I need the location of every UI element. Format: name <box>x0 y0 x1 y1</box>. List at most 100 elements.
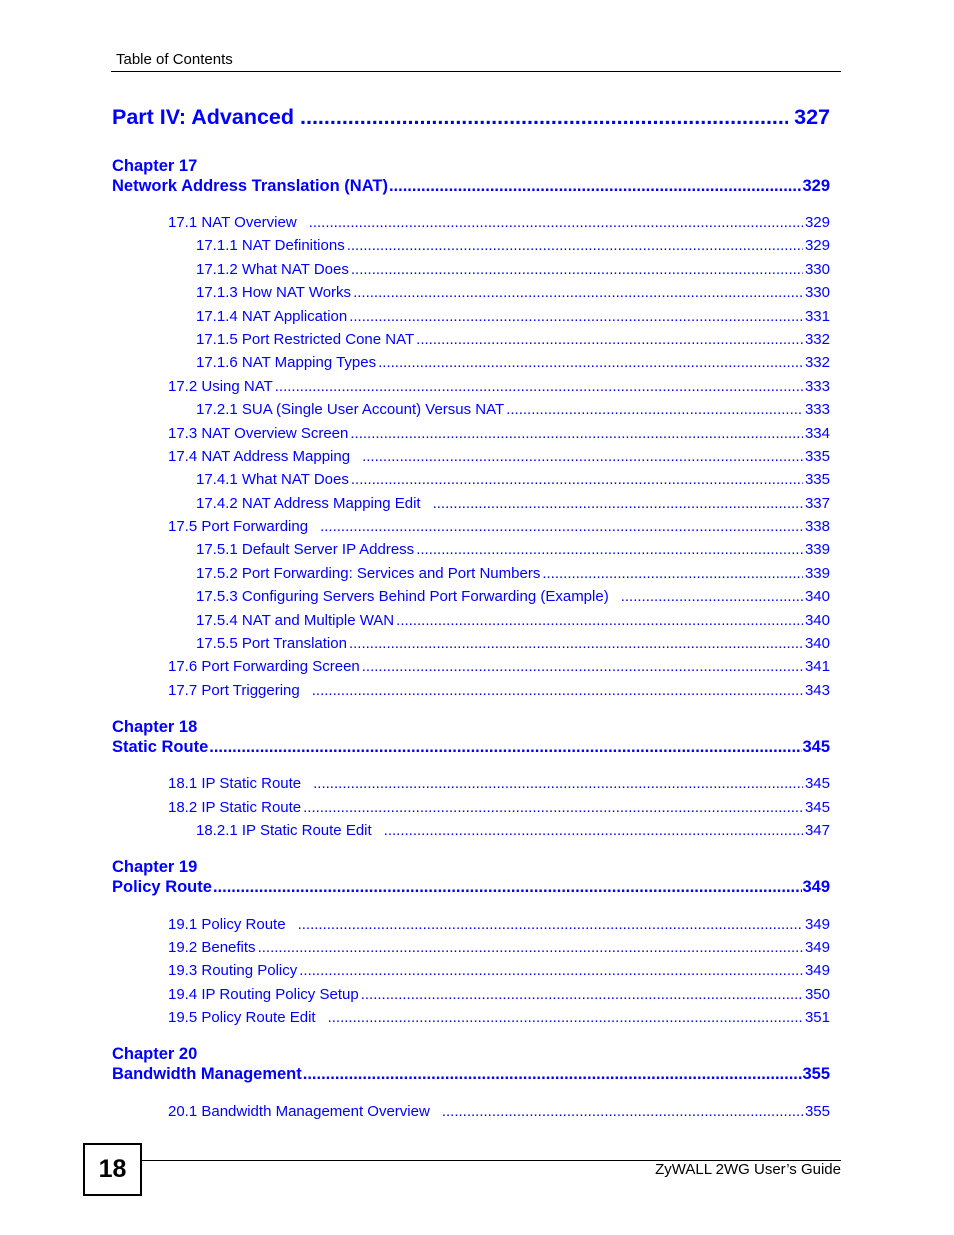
section-page: 335 <box>804 448 830 465</box>
toc-subsection-entry[interactable]: 17.5.3 Configuring Servers Behind Port F… <box>196 588 830 605</box>
page-number: 18 <box>98 1155 127 1183</box>
chapter-page: 355 <box>802 1065 830 1083</box>
section-page: 355 <box>804 1103 830 1120</box>
section-title: 17.4.1 What NAT Does <box>196 471 349 488</box>
section-page: 349 <box>804 916 830 933</box>
toc-chapter-entry[interactable]: Network Address Translation (NAT) 329 <box>112 177 830 196</box>
section-title: 19.4 IP Routing Policy Setup <box>168 986 359 1003</box>
toc-subsection-entry[interactable]: 17.5.4 NAT and Multiple WAN 340 <box>196 612 830 629</box>
section-page: 332 <box>804 354 830 371</box>
dot-leader <box>378 354 803 371</box>
toc-subsection-entry[interactable]: 17.4.1 What NAT Does 335 <box>196 471 830 488</box>
dot-leader <box>213 878 803 897</box>
toc-part-entry[interactable]: Part IV: Advanced 327 <box>112 105 830 130</box>
toc-subsection-entry[interactable]: 17.4.2 NAT Address Mapping Edit 337 <box>196 495 830 512</box>
toc-section-entry[interactable]: 17.4 NAT Address Mapping 335 <box>168 448 830 465</box>
toc-section-entry[interactable]: 17.5 Port Forwarding 338 <box>168 518 830 535</box>
section-page: 334 <box>804 425 830 442</box>
toc-subsection-entry[interactable]: 17.1.5 Port Restricted Cone NAT 332 <box>196 331 830 348</box>
section-title: 19.5 Policy Route Edit <box>168 1009 316 1026</box>
section-page: 345 <box>804 775 830 792</box>
toc-subsection-entry[interactable]: 18.2.1 IP Static Route Edit 347 <box>196 822 830 839</box>
section-title: 17.2 Using NAT <box>168 378 273 395</box>
toc-section-entry[interactable]: 17.7 Port Triggering 343 <box>168 682 830 699</box>
section-title: 18.1 IP Static Route <box>168 775 302 792</box>
chapter-label: Chapter 19 <box>112 858 198 876</box>
page-number-box: 18 <box>83 1143 142 1196</box>
toc-section-entry[interactable]: 19.1 Policy Route 349 <box>168 916 830 933</box>
section-title: 17.5.4 NAT and Multiple WAN <box>196 612 395 629</box>
toc-section-entry[interactable]: 17.1 NAT Overview 329 <box>168 214 830 231</box>
toc-subsection-entry[interactable]: 17.1.1 NAT Definitions 329 <box>196 237 830 254</box>
dot-leader <box>209 738 802 757</box>
dot-leader <box>351 261 803 278</box>
section-title: 17.6 Port Forwarding Screen <box>168 658 360 675</box>
toc-section-entry[interactable]: 19.4 IP Routing Policy Setup 350 <box>168 986 830 1003</box>
toc-chapter-entry[interactable]: Static Route 345 <box>112 738 830 757</box>
section-page: 339 <box>804 541 830 558</box>
section-title: 17.1.5 Port Restricted Cone NAT <box>196 331 415 348</box>
toc-section-entry[interactable]: 17.2 Using NAT 333 <box>168 378 830 395</box>
toc-section-entry[interactable]: 19.5 Policy Route Edit 351 <box>168 1009 830 1026</box>
dot-leader <box>298 916 803 933</box>
toc-section-entry[interactable]: 18.1 IP Static Route 345 <box>168 775 830 792</box>
part-page: 327 <box>794 105 830 129</box>
section-page: 350 <box>804 986 830 1003</box>
section-title: 17.5.3 Configuring Servers Behind Port F… <box>196 588 609 605</box>
chapter-title: Network Address Translation (NAT) <box>112 177 388 195</box>
section-title: 17.1.1 NAT Definitions <box>196 237 345 254</box>
guide-title: ZyWALL 2WG User’s Guide <box>655 1161 841 1178</box>
toc-subsection-entry[interactable]: 17.5.1 Default Server IP Address 339 <box>196 541 830 558</box>
section-title: 19.3 Routing Policy <box>168 962 298 979</box>
toc-section-entry[interactable]: 17.3 NAT Overview Screen 334 <box>168 425 830 442</box>
section-page: 331 <box>804 308 830 325</box>
section-title: 18.2.1 IP Static Route Edit <box>196 822 372 839</box>
dot-leader <box>300 105 788 130</box>
dot-leader <box>362 448 803 465</box>
dot-leader <box>433 495 803 512</box>
toc-section-entry[interactable]: 18.2 IP Static Route 345 <box>168 799 830 816</box>
toc-subsection-entry[interactable]: 17.1.6 NAT Mapping Types 332 <box>196 354 830 371</box>
dot-leader <box>350 425 803 442</box>
section-title: 19.1 Policy Route <box>168 916 286 933</box>
dot-leader <box>320 518 803 535</box>
toc-subsection-entry[interactable]: 17.5.5 Port Translation 340 <box>196 635 830 652</box>
dot-leader <box>353 284 803 301</box>
part-title: Part IV: Advanced <box>112 105 295 129</box>
toc-section-entry[interactable]: 19.3 Routing Policy 349 <box>168 962 830 979</box>
chapter-page: 329 <box>802 177 830 195</box>
section-title: 20.1 Bandwidth Management Overview <box>168 1103 430 1120</box>
section-title: 17.5.1 Default Server IP Address <box>196 541 415 558</box>
section-page: 330 <box>804 284 830 301</box>
dot-leader <box>347 237 803 254</box>
section-title: 17.5 Port Forwarding <box>168 518 309 535</box>
section-page: 335 <box>804 471 830 488</box>
section-page: 340 <box>804 612 830 629</box>
section-page: 330 <box>804 261 830 278</box>
toc-chapter-entry[interactable]: Bandwidth Management 355 <box>112 1065 830 1084</box>
section-page: 340 <box>804 635 830 652</box>
toc-section-entry[interactable]: 19.2 Benefits 349 <box>168 939 830 956</box>
chapter-title: Static Route <box>112 738 209 756</box>
toc-section-entry[interactable]: 20.1 Bandwidth Management Overview 355 <box>168 1103 830 1120</box>
dot-leader <box>506 401 803 418</box>
dot-leader <box>384 822 803 839</box>
toc-subsection-entry[interactable]: 17.2.1 SUA (Single User Account) Versus … <box>196 401 830 418</box>
section-page: 341 <box>804 658 830 675</box>
section-title: 17.5.5 Port Translation <box>196 635 347 652</box>
toc-subsection-entry[interactable]: 17.1.3 How NAT Works 330 <box>196 284 830 301</box>
dot-leader <box>351 471 803 488</box>
section-page: 333 <box>804 378 830 395</box>
header-rule <box>111 71 841 72</box>
toc-chapter-entry[interactable]: Policy Route 349 <box>112 878 830 897</box>
chapter-title: Bandwidth Management <box>112 1065 302 1083</box>
section-title: 17.7 Port Triggering <box>168 682 300 699</box>
toc-subsection-entry[interactable]: 17.5.2 Port Forwarding: Services and Por… <box>196 565 830 582</box>
toc-subsection-entry[interactable]: 17.1.4 NAT Application 331 <box>196 308 830 325</box>
toc-section-entry[interactable]: 17.6 Port Forwarding Screen 341 <box>168 658 830 675</box>
section-page: 347 <box>804 822 830 839</box>
dot-leader <box>303 799 803 816</box>
toc-subsection-entry[interactable]: 17.1.2 What NAT Does 330 <box>196 261 830 278</box>
section-page: 340 <box>804 588 830 605</box>
dot-leader <box>542 565 803 582</box>
